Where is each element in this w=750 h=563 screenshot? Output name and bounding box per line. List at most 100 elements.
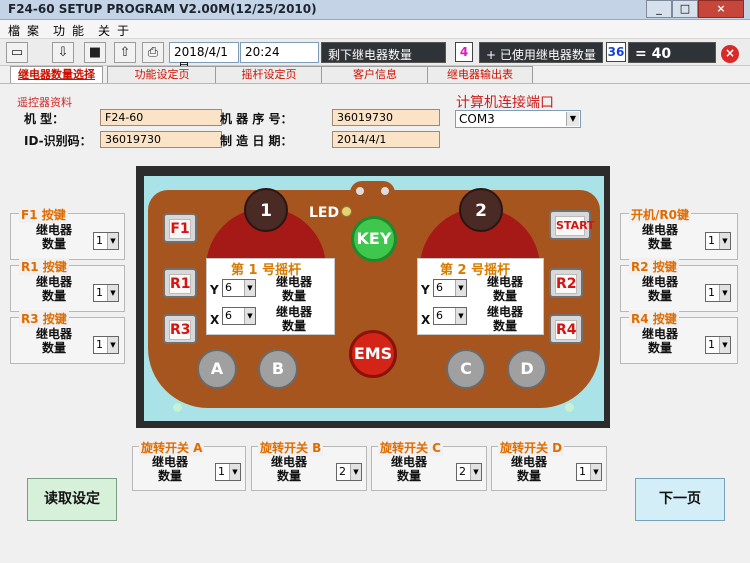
joystick-1-y-value: 6 <box>225 281 232 294</box>
rotary-group-d: 旋转开关 D 继电器 数量 1 ▼ <box>491 439 607 491</box>
chevron-down-icon: ▼ <box>107 285 118 301</box>
open-folder-icon[interactable]: ▭ <box>6 42 28 63</box>
rotary-title-d: 旋转开关 D <box>498 439 565 456</box>
menu-function-1[interactable]: 功 <box>53 22 65 39</box>
menu-file-1[interactable]: 檔 <box>8 22 20 39</box>
id-label: ID-识别码： <box>24 134 92 148</box>
count-label: 数量 <box>41 237 66 251</box>
joystick-1-y-select[interactable]: 6 ▼ <box>222 279 256 297</box>
count-label: 数量 <box>396 469 421 483</box>
rotary-select-b[interactable]: 2 ▼ <box>336 463 362 481</box>
rotary-group-a: 旋转开关 A 继电器 数量 1 ▼ <box>132 439 246 491</box>
relay-select-f1[interactable]: 1 ▼ <box>93 232 119 250</box>
relay-select-value: 1 <box>708 286 715 299</box>
window-title: F24-60 SETUP PROGRAM V2.00M(12/25/2010) <box>8 2 317 16</box>
group-title-r2: R2 按键 <box>629 258 679 275</box>
used-relay-count: 36 <box>606 42 626 62</box>
maximize-button[interactable]: □ <box>672 0 698 18</box>
relay-label: 继电器 <box>390 455 427 469</box>
manufacture-date-field[interactable]: 2014/4/1 <box>332 131 440 148</box>
count-label: 数量 <box>647 341 672 355</box>
total-relay-count: = 40 <box>628 42 716 63</box>
rotary-select-d[interactable]: 1 ▼ <box>576 463 602 481</box>
menu-about-2[interactable]: 于 <box>117 22 129 39</box>
chevron-down-icon: ▼ <box>229 464 240 480</box>
rotary-select-c[interactable]: 2 ▼ <box>456 463 482 481</box>
rotary-group-c: 旋转开关 C 继电器 数量 2 ▼ <box>371 439 487 491</box>
joystick-2-y-label: Y <box>421 283 430 297</box>
close-button[interactable]: × <box>698 0 744 18</box>
rotary-select-value: 1 <box>579 465 586 478</box>
controller-button-start: START <box>549 210 595 240</box>
rotary-button-d: D <box>507 349 547 389</box>
chevron-down-icon: ▼ <box>455 308 466 324</box>
board-screw-left-icon <box>173 403 182 412</box>
relay-select-power[interactable]: 1 ▼ <box>705 232 731 250</box>
minimize-button[interactable]: _ <box>646 0 672 18</box>
remote-info-panel: 遥控器资料 机 型： F24-60 机 器 序 号： 36019730 ID-识… <box>10 90 440 157</box>
joystick-1-panel: 第 1 号摇杆 Y 6 ▼ 继电器 数量 X 6 ▼ 继电器 数量 <box>206 258 335 335</box>
date-value: 2018/4/1 <box>174 45 228 59</box>
chevron-down-icon: ▼ <box>566 112 579 126</box>
joystick-2-x-value: 6 <box>436 309 443 322</box>
count-label: 数量 <box>647 289 672 303</box>
serial-field[interactable]: 36019730 <box>332 109 440 126</box>
time-field: 20:24 <box>240 42 319 63</box>
print-icon[interactable]: ⎙ <box>142 42 164 63</box>
menu-file-2[interactable]: 案 <box>27 22 39 39</box>
remote-info-title: 遥控器资料 <box>17 96 72 109</box>
relay-select-r3[interactable]: 1 ▼ <box>93 336 119 354</box>
chevron-down-icon: ▼ <box>244 280 255 296</box>
led-label: LED <box>309 205 340 221</box>
serial-label: 机 器 序 号： <box>220 112 293 126</box>
relay-label: 继电器 <box>275 305 312 319</box>
count-label: 数量 <box>157 469 182 483</box>
id-field[interactable]: 36019730 <box>100 131 222 148</box>
relay-label: 继电器 <box>35 223 72 237</box>
joystick-2-y-select[interactable]: 6 ▼ <box>433 279 467 297</box>
rotary-select-a[interactable]: 1 ▼ <box>215 463 241 481</box>
relay-select-r1[interactable]: 1 ▼ <box>93 284 119 302</box>
menu-about-1[interactable]: 关 <box>98 22 110 39</box>
relay-select-value: 1 <box>96 338 103 351</box>
tab-joystick-settings[interactable]: 摇杆设定页 <box>215 66 323 83</box>
next-page-button[interactable]: 下一页 <box>635 478 725 521</box>
relay-group-power: 开机/R0键 继电器 数量 1 ▼ <box>620 206 738 260</box>
controller-button-r3: R3 <box>163 314 197 344</box>
button-label: F1 <box>169 219 191 239</box>
rotary-button-c: C <box>446 349 486 389</box>
menu-function-2[interactable]: 能 <box>72 22 84 39</box>
rotary-title-a: 旋转开关 A <box>139 439 205 456</box>
controller-button-r2: R2 <box>549 268 583 298</box>
tab-customer-info[interactable]: 客户信息 <box>321 66 429 83</box>
relay-select-r2[interactable]: 1 ▼ <box>705 284 731 302</box>
button-label: R3 <box>169 320 191 340</box>
tab-relay-count[interactable]: 继电器数量选择 <box>10 66 103 84</box>
tab-function-settings[interactable]: 功能设定页 <box>107 66 217 83</box>
joystick-1-x-select[interactable]: 6 ▼ <box>222 307 256 325</box>
joystick-2-x-select[interactable]: 6 ▼ <box>433 307 467 325</box>
chevron-down-icon: ▼ <box>107 337 118 353</box>
exit-icon[interactable]: × <box>721 45 739 63</box>
joystick-1-x-label: X <box>210 313 220 327</box>
tab-relay-output[interactable]: 继电器输出表 <box>427 66 533 83</box>
relay-group-r1: R1 按键 继电器 数量 1 ▼ <box>10 258 125 312</box>
chevron-down-icon: ▼ <box>244 308 255 324</box>
group-title-r3: R3 按键 <box>19 310 69 327</box>
count-label: 数量 <box>516 469 541 483</box>
group-title-f1: F1 按键 <box>19 206 68 223</box>
save-icon[interactable]: ■ <box>84 42 106 63</box>
read-settings-button[interactable]: 读取设定 <box>27 478 117 521</box>
model-field[interactable]: F24-60 <box>100 109 222 126</box>
upload-icon[interactable]: ⇧ <box>114 42 136 63</box>
date-field: 2018/4/1 星 <box>169 42 239 75</box>
rotary-title-c: 旋转开关 C <box>378 439 443 456</box>
relay-select-r4[interactable]: 1 ▼ <box>705 336 731 354</box>
chevron-down-icon: ▼ <box>719 233 730 249</box>
download-icon[interactable]: ⇩ <box>52 42 74 63</box>
port-title: 计算机连接端口 <box>456 95 554 111</box>
count-label: 数量 <box>276 469 301 483</box>
relay-select-value: 1 <box>96 286 103 299</box>
port-value: COM3 <box>459 112 495 126</box>
port-select[interactable]: COM3 ▼ <box>455 110 581 128</box>
